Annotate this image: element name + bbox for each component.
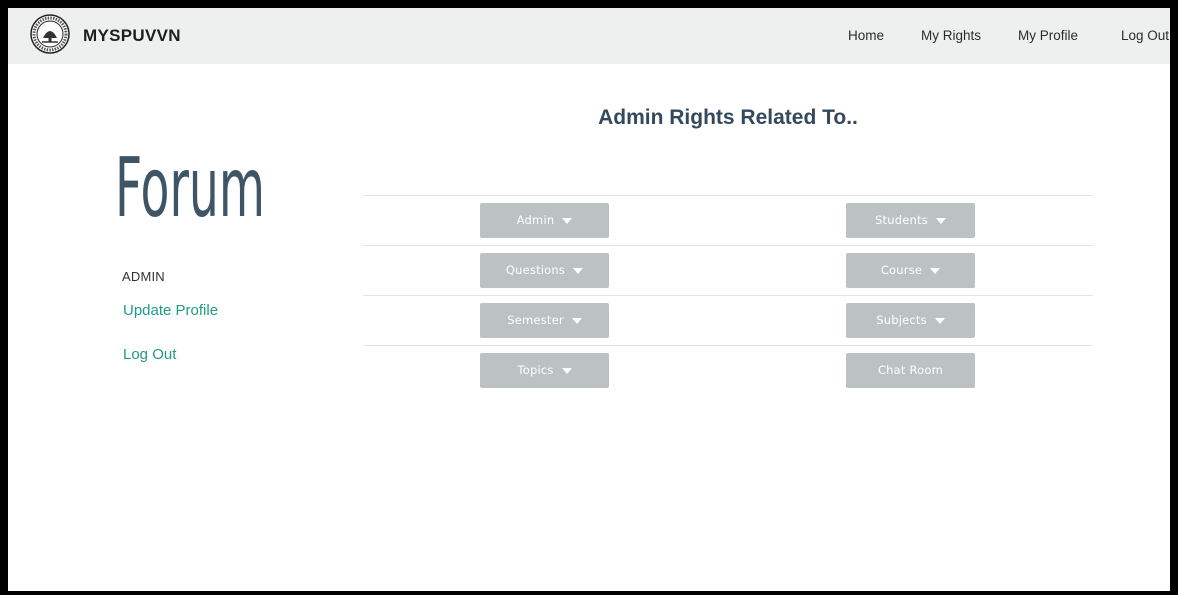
row-divider — [363, 345, 1093, 346]
caret-down-icon — [561, 367, 572, 374]
button-label: Chat Room — [877, 363, 944, 377]
university-seal-icon[interactable] — [30, 14, 70, 54]
forum-logo-icon: Forum — [115, 141, 265, 236]
navbar: MYSPUVVN Home My Rights My Profile Log O… — [8, 8, 1170, 64]
admin-dropdown-button[interactable]: Admin — [480, 203, 609, 238]
chat-room-button[interactable]: Chat Room — [846, 353, 975, 388]
topics-dropdown-button[interactable]: Topics — [480, 353, 609, 388]
semester-dropdown-button[interactable]: Semester — [480, 303, 609, 338]
nav-my-profile-link[interactable]: My Profile — [1018, 28, 1078, 43]
students-dropdown-button[interactable]: Students — [846, 203, 975, 238]
caret-down-icon — [571, 317, 582, 324]
row-divider — [363, 195, 1093, 196]
button-label: Course — [880, 263, 923, 277]
forum-logo-text: Forum — [115, 141, 265, 236]
caret-down-icon — [930, 267, 941, 274]
subjects-dropdown-button[interactable]: Subjects — [846, 303, 975, 338]
caret-down-icon — [934, 317, 945, 324]
caret-down-icon — [573, 267, 584, 274]
row-divider — [363, 295, 1093, 296]
button-label: Questions — [505, 263, 566, 277]
course-dropdown-button[interactable]: Course — [846, 253, 975, 288]
button-label: Students — [875, 213, 928, 227]
nav-my-rights-link[interactable]: My Rights — [921, 28, 981, 43]
app-frame: MYSPUVVN Home My Rights My Profile Log O… — [8, 8, 1170, 591]
button-label: Subjects — [876, 313, 927, 327]
brand-name[interactable]: MYSPUVVN — [83, 26, 181, 46]
caret-down-icon — [562, 217, 573, 224]
update-profile-link[interactable]: Update Profile — [123, 302, 218, 319]
nav-home-link[interactable]: Home — [848, 28, 884, 43]
button-label: Semester — [507, 313, 564, 327]
page-title: Admin Rights Related To.. — [598, 106, 858, 129]
button-label: Admin — [516, 213, 555, 227]
role-label: ADMIN — [122, 269, 165, 284]
caret-down-icon — [935, 217, 946, 224]
sidebar-log-out-link[interactable]: Log Out — [123, 346, 176, 363]
row-divider — [363, 245, 1093, 246]
nav-log-out-link[interactable]: Log Out — [1121, 28, 1169, 43]
button-label: Topics — [517, 363, 554, 377]
questions-dropdown-button[interactable]: Questions — [480, 253, 609, 288]
